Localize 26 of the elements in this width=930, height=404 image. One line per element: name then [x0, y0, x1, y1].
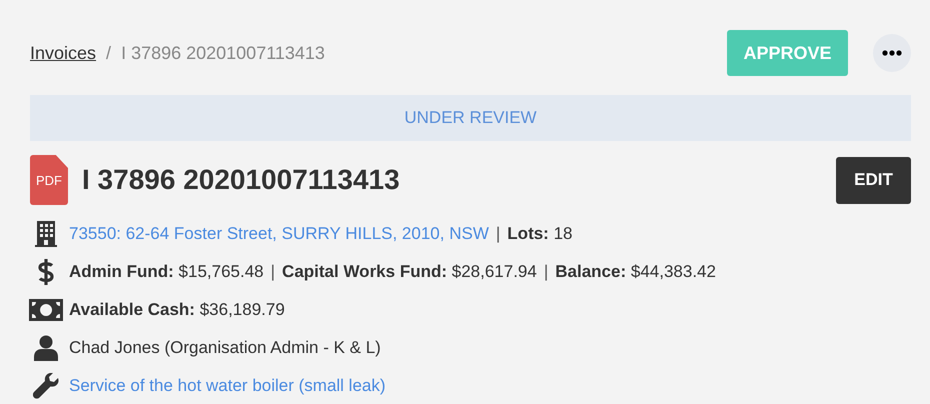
- pdf-icon: PDF: [30, 155, 68, 205]
- detail-field: Lots: 18: [507, 224, 572, 244]
- more-button[interactable]: [873, 34, 911, 72]
- banknote-icon: [28, 299, 62, 321]
- wrench-icon: [32, 373, 58, 399]
- separator: |: [544, 262, 548, 282]
- separator: |: [496, 224, 500, 244]
- document-title: I 37896 20201007113413: [82, 164, 401, 196]
- detail-field: Capital Works Fund: $28,617.94: [282, 262, 537, 282]
- detail-field: Available Cash: $36,189.79: [69, 300, 285, 320]
- dollar-icon: [38, 258, 54, 286]
- separator: |: [270, 262, 276, 282]
- approve-button[interactable]: APPROVE: [727, 30, 848, 76]
- status-banner: UNDER REVIEW: [30, 95, 911, 141]
- building-icon: [34, 221, 58, 247]
- detail-link[interactable]: 73550: 62-64 Foster Street, SURRY HILLS, 2010, NSW: [69, 224, 489, 244]
- detail-field: Balance: $44,383.42: [555, 262, 716, 282]
- edit-button[interactable]: EDIT: [836, 156, 911, 204]
- breadcrumb-link[interactable]: Invoices: [30, 42, 96, 64]
- detail-text: Chad Jones (Organisation Admin - K & L): [69, 338, 381, 358]
- breadcrumb-current: I 37896 20201007113413: [121, 42, 325, 64]
- more-icon: [882, 50, 902, 56]
- breadcrumb-separator: /: [106, 42, 112, 64]
- person-icon: [32, 335, 58, 361]
- detail-link[interactable]: Service of the hot water boiler (small leak): [69, 376, 386, 396]
- detail-field: Admin Fund: $15,765.48: [69, 262, 264, 282]
